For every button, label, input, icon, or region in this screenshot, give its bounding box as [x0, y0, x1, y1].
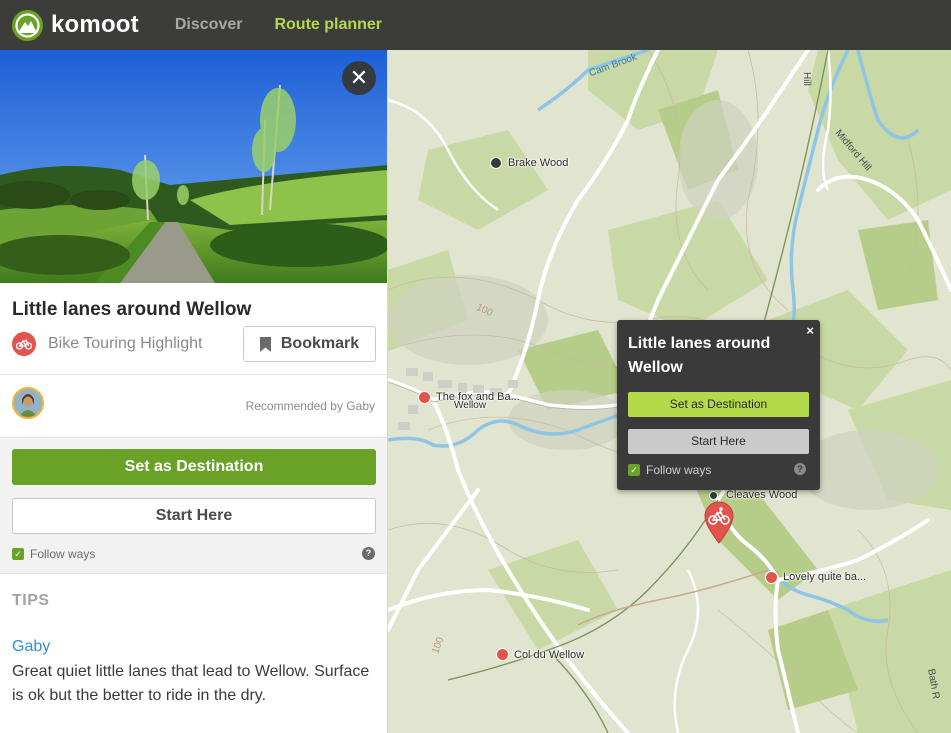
help-icon[interactable]: ? [362, 547, 375, 560]
logo-text: komoot [51, 11, 139, 38]
popup-follow-ways-label: Follow ways [646, 463, 712, 477]
actions-panel: Set as Destination Start Here ✓ Follow w… [0, 437, 387, 574]
nav-route-planner[interactable]: Route planner [274, 16, 382, 34]
divider [0, 374, 387, 375]
help-icon[interactable]: ? [794, 463, 806, 475]
komoot-logo[interactable]: komoot [12, 9, 139, 41]
bookmark-icon [259, 336, 271, 352]
cleaves-wood-label: Cleaves Wood [726, 489, 798, 501]
lovely-label[interactable]: Lovely quite ba... [783, 571, 866, 583]
popup-set-destination-button[interactable]: Set as Destination [628, 392, 809, 417]
tip-text: Great quiet little lanes that lead to We… [12, 663, 370, 704]
highlight-title: Little lanes around Wellow [12, 299, 252, 320]
avatar[interactable] [12, 387, 44, 419]
popup-title: Little lanes around Wellow [628, 335, 771, 376]
map-pin-icon[interactable] [765, 571, 778, 584]
set-destination-button[interactable]: Set as Destination [12, 449, 376, 485]
popup-follow-ways-checkbox[interactable]: ✓ Follow ways [628, 463, 711, 477]
highlight-sidebar: ✕ Little lanes around Wellow Bike Tourin… [0, 50, 388, 733]
nav-discover[interactable]: Discover [175, 16, 243, 34]
brake-wood-label: Brake Wood [508, 157, 569, 169]
tips-heading: TIPS [12, 592, 50, 609]
top-navigation-bar: komoot Discover Route planner [0, 0, 951, 50]
highlight-type-label: Bike Touring Highlight [48, 335, 203, 352]
tree-icon [490, 157, 502, 169]
col-du-wellow-label[interactable]: Col du Wellow [514, 649, 584, 661]
map-pin-icon[interactable] [418, 391, 431, 404]
tip-author-link[interactable]: Gaby [12, 638, 50, 656]
bookmark-label: Bookmark [280, 335, 360, 352]
map-pin-icon[interactable] [496, 648, 509, 661]
komoot-logo-icon [12, 9, 43, 41]
map-pin-icon [709, 491, 718, 500]
start-here-button[interactable]: Start Here [12, 498, 376, 534]
close-icon[interactable]: ✕ [342, 61, 376, 95]
checkbox-icon: ✓ [628, 464, 640, 476]
highlight-type: Bike Touring Highlight [12, 332, 202, 356]
bike-icon [12, 332, 36, 356]
highlight-photo: ✕ [0, 50, 387, 283]
highlight-popup: × Little lanes around Wellow Set as Dest… [617, 320, 820, 490]
checkbox-icon: ✓ [12, 548, 24, 560]
wellow-label: Wellow [454, 400, 487, 411]
follow-ways-checkbox[interactable]: ✓ Follow ways [12, 547, 95, 561]
recommended-by: Recommended by Gaby [245, 399, 375, 413]
close-icon[interactable]: × [806, 323, 814, 338]
hill-road-label: Hill [801, 72, 812, 86]
bookmark-button[interactable]: Bookmark [243, 326, 376, 362]
map-pin-icon[interactable] [703, 500, 735, 549]
popup-start-here-button[interactable]: Start Here [628, 429, 809, 454]
follow-ways-label: Follow ways [30, 547, 96, 561]
